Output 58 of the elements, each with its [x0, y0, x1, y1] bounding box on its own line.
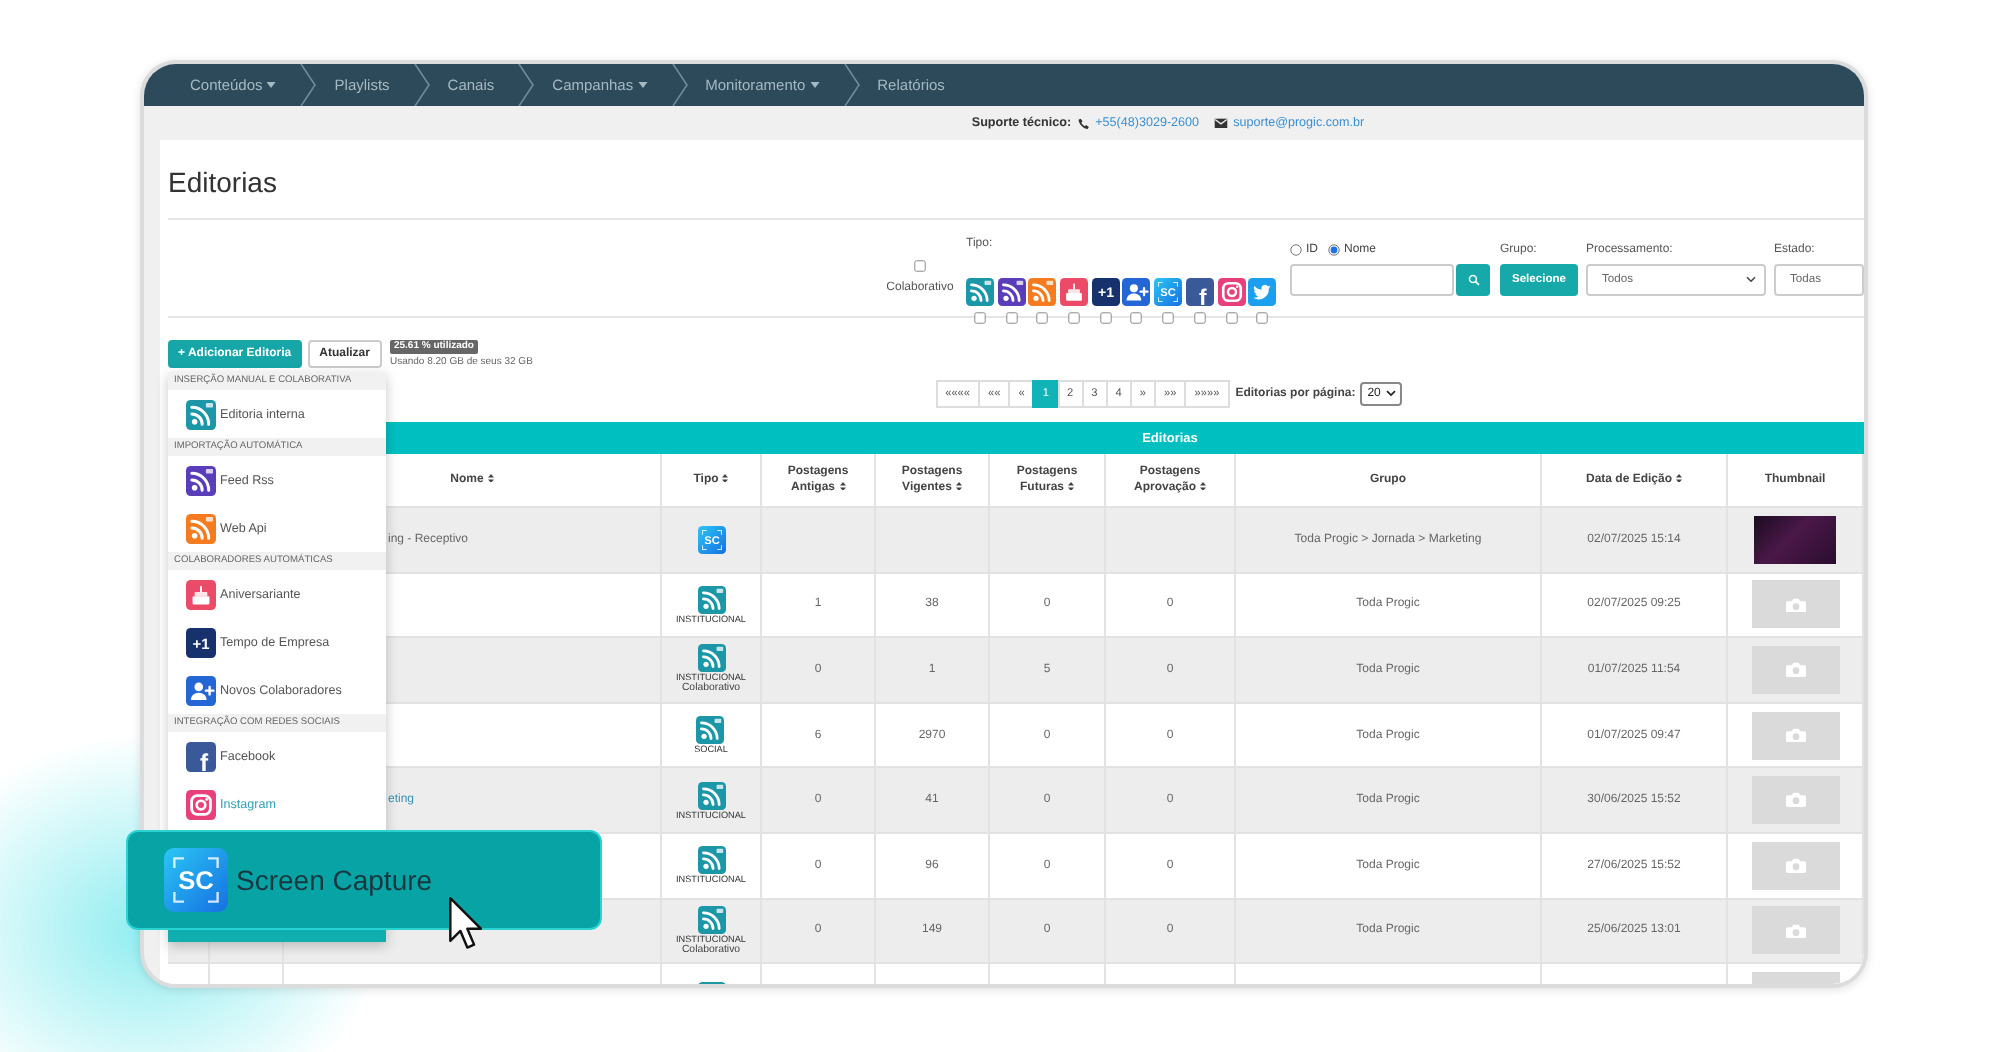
checkbox[interactable]: [1256, 312, 1269, 324]
search-button[interactable]: [1456, 264, 1490, 296]
rss-icon: [697, 644, 725, 673]
bird-icon: [1248, 278, 1277, 306]
instagram-icon: [186, 789, 216, 819]
camera-icon: [1785, 792, 1805, 808]
rss-icon: [186, 465, 216, 495]
checkbox[interactable]: [974, 312, 986, 324]
camera-icon: [1785, 923, 1805, 939]
cake-icon: [186, 579, 216, 609]
checkbox[interactable]: [1099, 312, 1112, 324]
nav-separator: [671, 64, 688, 106]
camera-icon: [1785, 727, 1805, 743]
checkbox[interactable]: [1193, 312, 1206, 324]
chevron-down-icon: [1386, 390, 1397, 398]
add-user-icon: [186, 675, 216, 705]
nav-separator: [518, 64, 535, 106]
instagram-icon: [1217, 278, 1245, 306]
rss-icon: [697, 585, 725, 614]
nav-separator: [843, 64, 860, 106]
phone-icon: [1077, 117, 1090, 129]
add-user-icon: [1122, 278, 1151, 306]
checkbox[interactable]: [1225, 312, 1237, 324]
mail-icon: [1213, 117, 1228, 129]
cake-icon: [1060, 278, 1089, 306]
page-title: Editorias: [168, 166, 277, 200]
camera-icon: [1785, 858, 1805, 874]
rss-icon: [696, 716, 725, 745]
nav-separator: [413, 64, 430, 106]
checkbox[interactable]: [1036, 312, 1049, 324]
rss-icon: [997, 278, 1026, 306]
menu-item-callout[interactable]: SC Screen Capture: [126, 830, 602, 930]
nav-separator: [300, 64, 317, 106]
checkbox[interactable]: [1005, 312, 1018, 324]
facebook-icon: f: [186, 741, 216, 771]
search-icon: [1467, 274, 1479, 286]
rss-icon: [966, 278, 994, 306]
radio-button[interactable]: [1328, 244, 1340, 256]
rss-icon: [697, 905, 725, 934]
facebook-icon: f: [1185, 278, 1214, 306]
mouse-cursor-icon: [448, 896, 484, 952]
search-field[interactable]: [1290, 264, 1454, 296]
rss-icon: [186, 513, 216, 543]
checkbox[interactable]: [1068, 312, 1081, 324]
chevron-down-icon: [1746, 276, 1756, 284]
rss-icon: [1028, 278, 1057, 306]
sc-icon: SC: [164, 848, 228, 912]
rss-icon: [697, 846, 725, 875]
checkbox[interactable]: [1162, 312, 1175, 324]
thumbnail-photo-placeholder: [1754, 515, 1836, 564]
plus-one-icon: +1: [186, 627, 216, 657]
rss-icon: [697, 781, 725, 810]
camera-icon: [1785, 662, 1805, 678]
radio-button[interactable]: [1290, 244, 1302, 256]
rss-icon: [186, 399, 216, 429]
checkbox[interactable]: [914, 260, 926, 272]
checkbox[interactable]: [1130, 312, 1143, 324]
camera-icon: [1785, 597, 1805, 613]
